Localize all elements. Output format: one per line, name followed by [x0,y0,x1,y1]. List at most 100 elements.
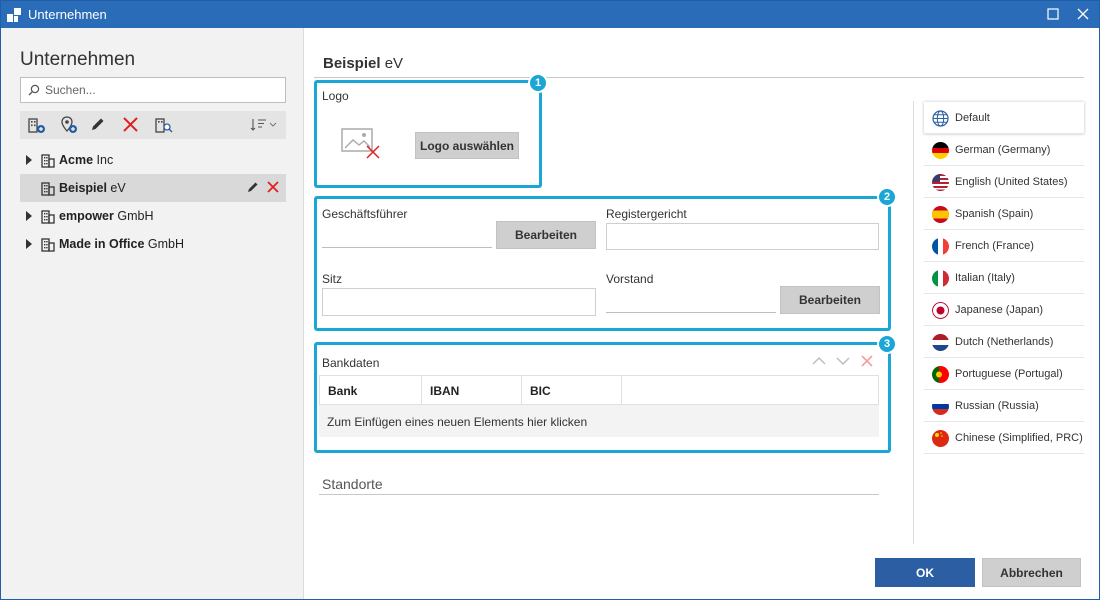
language-item-russian[interactable]: Russian (Russia) [924,390,1084,422]
search-company-icon [155,118,173,133]
flag-cn-icon [932,430,949,447]
tree-item-made-in-office[interactable]: Made in Office GmbH [20,230,286,258]
language-label: Portuguese (Portugal) [955,368,1063,380]
bank-grid-header: Bank IBAN BIC [319,375,879,405]
new-row-placeholder[interactable]: Zum Einfügen eines neuen Elements hier k… [319,405,879,437]
globe-icon [932,110,949,127]
tree-item-beispiel[interactable]: Beispiel eV [20,174,286,202]
title-bar[interactable]: Unternehmen [1,1,1099,28]
tree-item-acme[interactable]: Acme Inc [20,146,286,174]
language-item-japanese[interactable]: Japanese (Japan) [924,294,1084,326]
sitz-label: Sitz [322,272,343,286]
language-item-french[interactable]: French (France) [924,230,1084,262]
dialog-window: Unternehmen Unternehmen Suchen... Acme I… [0,0,1100,600]
edit-button[interactable] [87,115,109,135]
column-header-bic[interactable]: BIC [522,376,622,405]
search-box[interactable] [20,77,286,103]
callout-badge-2: 2 [877,187,897,207]
flag-ru-icon [932,398,949,415]
close-button[interactable] [1072,4,1094,24]
page-title: Beispiel eV [323,55,404,72]
language-label: English (United States) [955,176,1068,188]
sort-button[interactable] [248,115,280,135]
maximize-button[interactable] [1042,4,1064,24]
vorstand-field[interactable] [606,289,776,313]
search-input[interactable] [45,81,280,99]
tree-item-label: Acme Inc [59,153,114,167]
add-company-icon [28,118,45,133]
cancel-button[interactable]: Abbrechen [982,558,1081,587]
callout-badge-3: 3 [877,334,897,354]
language-label: Japanese (Japan) [955,304,1044,316]
edit-vorstand-button[interactable]: Bearbeiten [780,286,880,314]
language-label: Italian (Italy) [955,272,1015,284]
add-location-button[interactable] [58,115,80,135]
language-item-default[interactable]: Default [924,102,1084,134]
flag-jp-icon [932,302,949,319]
maximize-icon [1047,8,1059,20]
close-icon [1077,8,1089,20]
language-item-german[interactable]: German (Germany) [924,134,1084,166]
flag-nl-icon [932,334,949,351]
window-title: Unternehmen [28,7,107,22]
search-company-button[interactable] [153,115,175,135]
no-image-icon [341,128,380,159]
edit-icon[interactable] [246,180,260,194]
flag-de-icon [932,142,949,159]
sort-icon [250,119,277,131]
building-icon [41,154,55,168]
language-pane-divider [913,101,914,544]
language-item-dutch[interactable]: Dutch (Netherlands) [924,326,1084,358]
language-item-spanish[interactable]: Spanish (Spain) [924,198,1084,230]
language-label: Dutch (Netherlands) [955,336,1054,348]
add-location-icon [61,116,77,133]
company-list-pane: Unternehmen Suchen... Acme Inc Beispiel … [1,28,304,599]
tree-item-label: Beispiel eV [59,181,126,195]
bank-label: Bankdaten [322,356,380,370]
column-header-iban[interactable]: IBAN [422,376,522,405]
flag-pt-icon [932,366,949,383]
logo-label: Logo [322,89,349,103]
language-item-english[interactable]: English (United States) [924,166,1084,198]
app-icon [7,8,21,22]
ok-button[interactable]: OK [875,558,975,587]
expand-arrow-icon[interactable] [26,155,32,165]
expand-arrow-icon[interactable] [26,211,32,221]
callout-badge-1: 1 [528,73,548,93]
building-icon [41,210,55,224]
company-tree: Acme Inc Beispiel eV empower GmbH Made i… [20,146,286,258]
building-icon [41,238,55,252]
registergericht-input[interactable] [606,223,879,250]
select-logo-button[interactable]: Logo auswählen [415,132,519,159]
search-icon [28,84,40,96]
edit-icon [92,118,104,130]
column-header-bank[interactable]: Bank [320,376,422,405]
delete-button[interactable] [120,115,142,135]
expand-arrow-icon[interactable] [26,239,32,249]
language-item-portuguese[interactable]: Portuguese (Portugal) [924,358,1084,390]
move-up-icon[interactable] [811,354,827,368]
flag-us-icon [932,174,949,191]
add-company-button[interactable] [26,115,48,135]
vorstand-label: Vorstand [606,272,654,286]
remove-row-icon[interactable] [859,354,875,368]
delete-icon [123,117,138,132]
standorte-heading: Standorte [322,476,383,492]
language-list: Default German (Germany) English (United… [924,102,1084,454]
geschaeftsfuehrer-field[interactable] [322,224,492,248]
title-divider [314,77,1084,78]
delete-icon[interactable] [266,180,280,194]
language-label: Russian (Russia) [955,400,1039,412]
geschaeftsfuehrer-label: Geschäftsführer [322,207,408,221]
language-label: Default [955,112,990,124]
edit-geschaeftsfuehrer-button[interactable]: Bearbeiten [496,221,596,249]
move-down-icon[interactable] [835,354,851,368]
registergericht-label: Registergericht [606,207,687,221]
language-label: Chinese (Simplified, PRC) [955,432,1083,444]
tree-item-empower[interactable]: empower GmbH [20,202,286,230]
language-item-chinese[interactable]: Chinese (Simplified, PRC) [924,422,1084,454]
language-item-italian[interactable]: Italian (Italy) [924,262,1084,294]
list-title: Unternehmen [20,49,136,70]
sitz-input[interactable] [322,288,596,316]
list-toolbar [20,111,286,139]
